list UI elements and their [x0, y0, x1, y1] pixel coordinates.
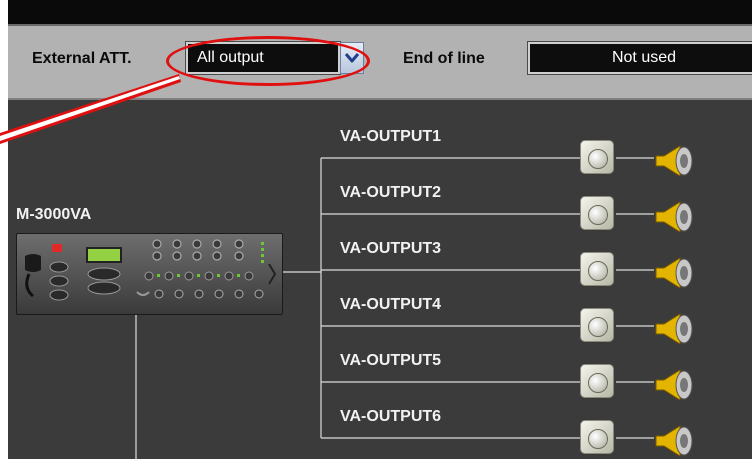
speaker-icon[interactable]	[654, 144, 698, 178]
output-label-5: VA-OUTPUT5	[340, 352, 442, 369]
volume-knob-icon[interactable]	[580, 420, 614, 454]
output-label-4: VA-OUTPUT4	[340, 296, 442, 313]
signal-wiring	[135, 157, 654, 459]
va-system-window: External ATT. All output End of line Not…	[8, 0, 752, 459]
volume-knob-icon[interactable]	[580, 252, 614, 286]
volume-knob-icon[interactable]	[580, 364, 614, 398]
amplifier-front-panel	[25, 239, 277, 301]
speaker-icon[interactable]	[654, 312, 698, 346]
speaker-icon[interactable]	[654, 368, 698, 402]
output-label-1: VA-OUTPUT1	[340, 128, 442, 145]
volume-knob-icon[interactable]	[580, 140, 614, 174]
output-label-2: VA-OUTPUT2	[340, 184, 442, 201]
amplifier-device-icon[interactable]	[16, 233, 283, 315]
device-name-label: M-3000VA	[16, 206, 92, 223]
volume-knob-icon[interactable]	[580, 196, 614, 230]
speaker-icon[interactable]	[654, 200, 698, 234]
speaker-icon[interactable]	[654, 256, 698, 290]
output-label-3: VA-OUTPUT3	[340, 240, 442, 257]
output-label-6: VA-OUTPUT6	[340, 408, 442, 425]
speaker-icon[interactable]	[654, 424, 698, 458]
volume-knob-icon[interactable]	[580, 308, 614, 342]
callout-ellipse	[166, 36, 370, 86]
